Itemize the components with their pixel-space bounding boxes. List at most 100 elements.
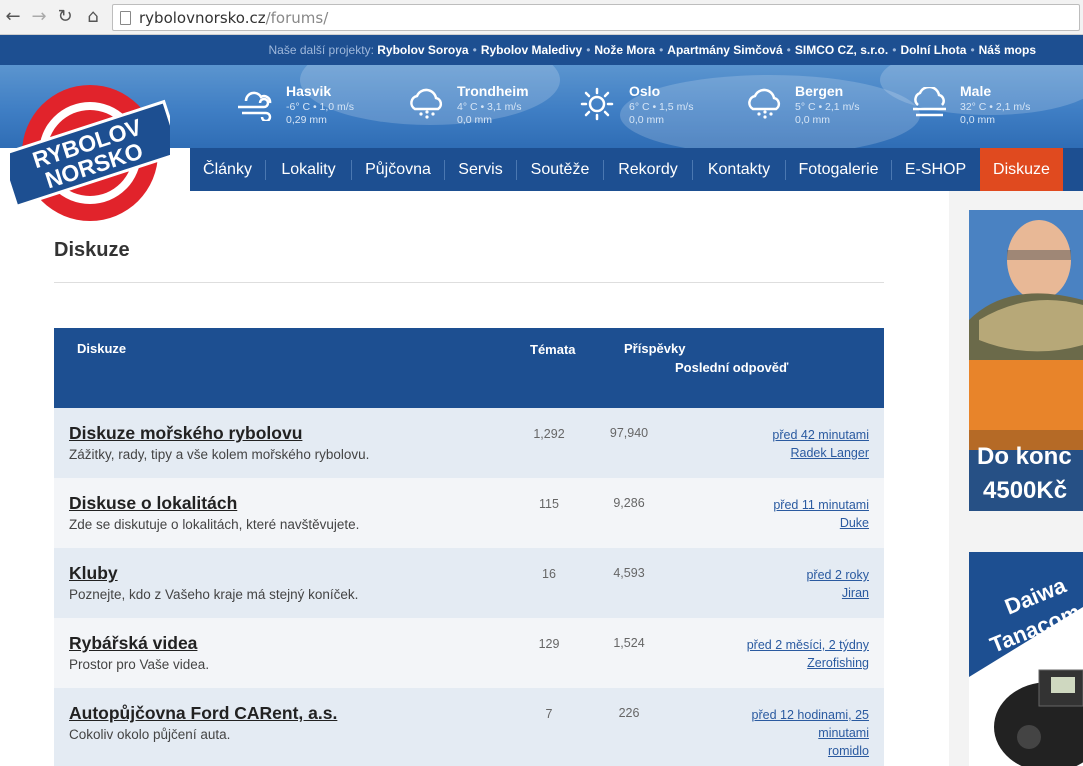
- project-separator: •: [472, 43, 477, 57]
- last-reply-time-link[interactable]: před 12 hodinami, 25 minutami: [719, 706, 869, 742]
- weather-precip: 0,0 mm: [795, 114, 831, 126]
- sidebar-ad-daiwa[interactable]: Daiwa Tanacom: [969, 552, 1083, 766]
- page-title: Diskuze: [54, 239, 130, 261]
- project-separator: •: [586, 43, 591, 57]
- project-separator: •: [786, 43, 791, 57]
- project-link[interactable]: Náš mops: [979, 43, 1036, 57]
- nav-item-clanky[interactable]: Články: [190, 148, 265, 191]
- nav-item-rekordy[interactable]: Rekordy: [604, 148, 692, 191]
- weather-city: Trondheim: [457, 83, 529, 99]
- forward-arrow-icon[interactable]: →: [28, 6, 50, 28]
- nav-item-lokality[interactable]: Lokality: [266, 148, 351, 191]
- posts-count: 4,593: [613, 566, 645, 580]
- url-text: rybolovnorsko.cz/forums/: [139, 9, 328, 27]
- posts-count: 97,940: [609, 426, 649, 440]
- topics-count: 1,292: [533, 427, 565, 441]
- posts-count: 226: [618, 706, 640, 720]
- main-navigation: Články Lokality Půjčovna Servis Soutěže …: [190, 148, 1083, 191]
- ad-reel-image: Daiwa Tanacom: [969, 552, 1083, 766]
- nav-item-servis[interactable]: Servis: [445, 148, 516, 191]
- forum-title-link[interactable]: Diskuze mořského rybolovu: [69, 423, 302, 444]
- weather-precip: 0,29 mm: [286, 114, 327, 126]
- topics-count: 7: [545, 707, 553, 721]
- sun-icon: [580, 87, 614, 121]
- last-reply-time-link[interactable]: před 42 minutami: [772, 426, 869, 444]
- url-path: /forums/: [265, 9, 329, 27]
- nav-item-diskuze[interactable]: Diskuze: [980, 148, 1063, 191]
- last-reply-time-link[interactable]: před 2 měsíci, 2 týdny: [747, 636, 869, 654]
- forum-row: Diskuse o lokalitách Zde se diskutuje o …: [54, 478, 884, 548]
- forum-title-link[interactable]: Rybářská videa: [69, 633, 197, 654]
- nav-item-pujcovna[interactable]: Půjčovna: [352, 148, 444, 191]
- header-posts: Příspěvky: [624, 341, 686, 356]
- last-reply-user-link[interactable]: Jiran: [806, 584, 869, 602]
- forum-row: Rybářská videa Prostor pro Vaše videa. 1…: [54, 618, 884, 688]
- project-link[interactable]: Nože Mora: [594, 43, 655, 57]
- ad-fisherman-image: Do konc 4500Kč: [969, 210, 1083, 511]
- sidebar-ad-fishing[interactable]: Do konc 4500Kč: [969, 210, 1083, 511]
- forum-description: Prostor pro Vaše videa.: [69, 657, 210, 672]
- project-separator: •: [970, 43, 975, 57]
- header-forum: Diskuze: [77, 341, 127, 356]
- nav-item-fotogalerie[interactable]: Fotogalerie: [786, 148, 891, 191]
- topics-count: 129: [538, 637, 560, 651]
- forum-table-header: Diskuze Témata Příspěvky Poslední odpově…: [54, 328, 884, 408]
- forum-description: Cokoliv okolo půjčení auta.: [69, 727, 231, 742]
- project-link[interactable]: Dolní Lhota: [900, 43, 966, 57]
- forum-title-link[interactable]: Diskuse o lokalitách: [69, 493, 237, 514]
- forum-title-link[interactable]: Kluby: [69, 563, 118, 584]
- last-reply-user-link[interactable]: Radek Langer: [772, 444, 869, 462]
- weather-temp-wind: 4° C • 3,1 m/s: [457, 101, 522, 113]
- last-reply: před 11 minutami Duke: [773, 496, 869, 532]
- nav-item-souteze[interactable]: Soutěže: [517, 148, 603, 191]
- forum-description: Zde se diskutuje o lokalitách, které nav…: [69, 517, 360, 532]
- projects-list: Naše další projekty: Rybolov Soroya • Rybo…: [269, 43, 1036, 57]
- forum-description: Zážitky, rady, tipy a vše kolem mořského…: [69, 447, 370, 462]
- reload-icon[interactable]: ↻: [54, 6, 76, 28]
- ad-text-line1: Do konc: [977, 443, 1072, 470]
- weather-temp-wind: 32° C • 2,1 m/s: [960, 101, 1031, 113]
- weather-precip: 0,0 mm: [960, 114, 996, 126]
- last-reply-user-link[interactable]: Zerofishing: [747, 654, 869, 672]
- fog-cloud-icon: [913, 87, 946, 117]
- forum-row: Kluby Poznejte, kdo z Vašeho kraje má st…: [54, 548, 884, 618]
- project-separator: •: [659, 43, 664, 57]
- weather-city: Male: [960, 83, 992, 99]
- topics-count: 115: [539, 497, 559, 511]
- last-reply: před 12 hodinami, 25 minutami romidlo: [719, 706, 869, 760]
- wind-cloud-icon: [238, 91, 272, 121]
- site-logo[interactable]: RYBOLOV NORSKO: [10, 82, 170, 224]
- project-link[interactable]: Apartmány Simčová: [667, 43, 782, 57]
- projects-label: Naše další projekty:: [268, 43, 374, 57]
- back-arrow-icon[interactable]: ←: [2, 6, 24, 28]
- last-reply-user-link[interactable]: Duke: [773, 514, 869, 532]
- project-separator: •: [892, 43, 897, 57]
- project-link[interactable]: Rybolov Soroya: [377, 43, 468, 57]
- weather-temp-wind: 5° C • 2,1 m/s: [795, 101, 860, 113]
- weather-precip: 0,0 mm: [457, 114, 493, 126]
- weather-city: Hasvik: [286, 83, 332, 99]
- project-link[interactable]: SIMCO CZ, s.r.o.: [795, 43, 888, 57]
- snow-cloud-icon: [748, 88, 781, 119]
- address-bar[interactable]: rybolovnorsko.cz/forums/: [112, 4, 1080, 31]
- posts-count: 9,286: [613, 496, 645, 510]
- projects-bar: Naše další projekty: Rybolov Soroya • Rybo…: [0, 35, 1083, 65]
- nav-item-eshop[interactable]: E-SHOP: [892, 148, 979, 191]
- weather-precip: 0,0 mm: [629, 114, 665, 126]
- url-domain: rybolovnorsko.cz: [139, 9, 266, 27]
- forum-title-link[interactable]: Autopůjčovna Ford CARent, a.s.: [69, 703, 337, 724]
- project-link[interactable]: Rybolov Maledivy: [481, 43, 582, 57]
- last-reply-user-link[interactable]: romidlo: [719, 742, 869, 760]
- page-icon: [120, 11, 131, 25]
- forum-description: Poznejte, kdo z Vašeho kraje má stejný k…: [69, 587, 359, 602]
- last-reply-time-link[interactable]: před 2 roky: [806, 566, 869, 584]
- home-icon[interactable]: ⌂: [82, 6, 104, 28]
- last-reply: před 42 minutami Radek Langer: [772, 426, 869, 462]
- forum-row: Autopůjčovna Ford CARent, a.s. Cokoliv o…: [54, 688, 884, 766]
- last-reply-time-link[interactable]: před 11 minutami: [773, 496, 869, 514]
- last-reply: před 2 roky Jiran: [806, 566, 869, 602]
- browser-toolbar: ← → ↻ ⌂ rybolovnorsko.cz/forums/: [0, 0, 1083, 35]
- header-topics: Témata: [530, 342, 576, 357]
- nav-item-kontakty[interactable]: Kontakty: [693, 148, 785, 191]
- weather-temp-wind: -6° C • 1,0 m/s: [286, 101, 354, 113]
